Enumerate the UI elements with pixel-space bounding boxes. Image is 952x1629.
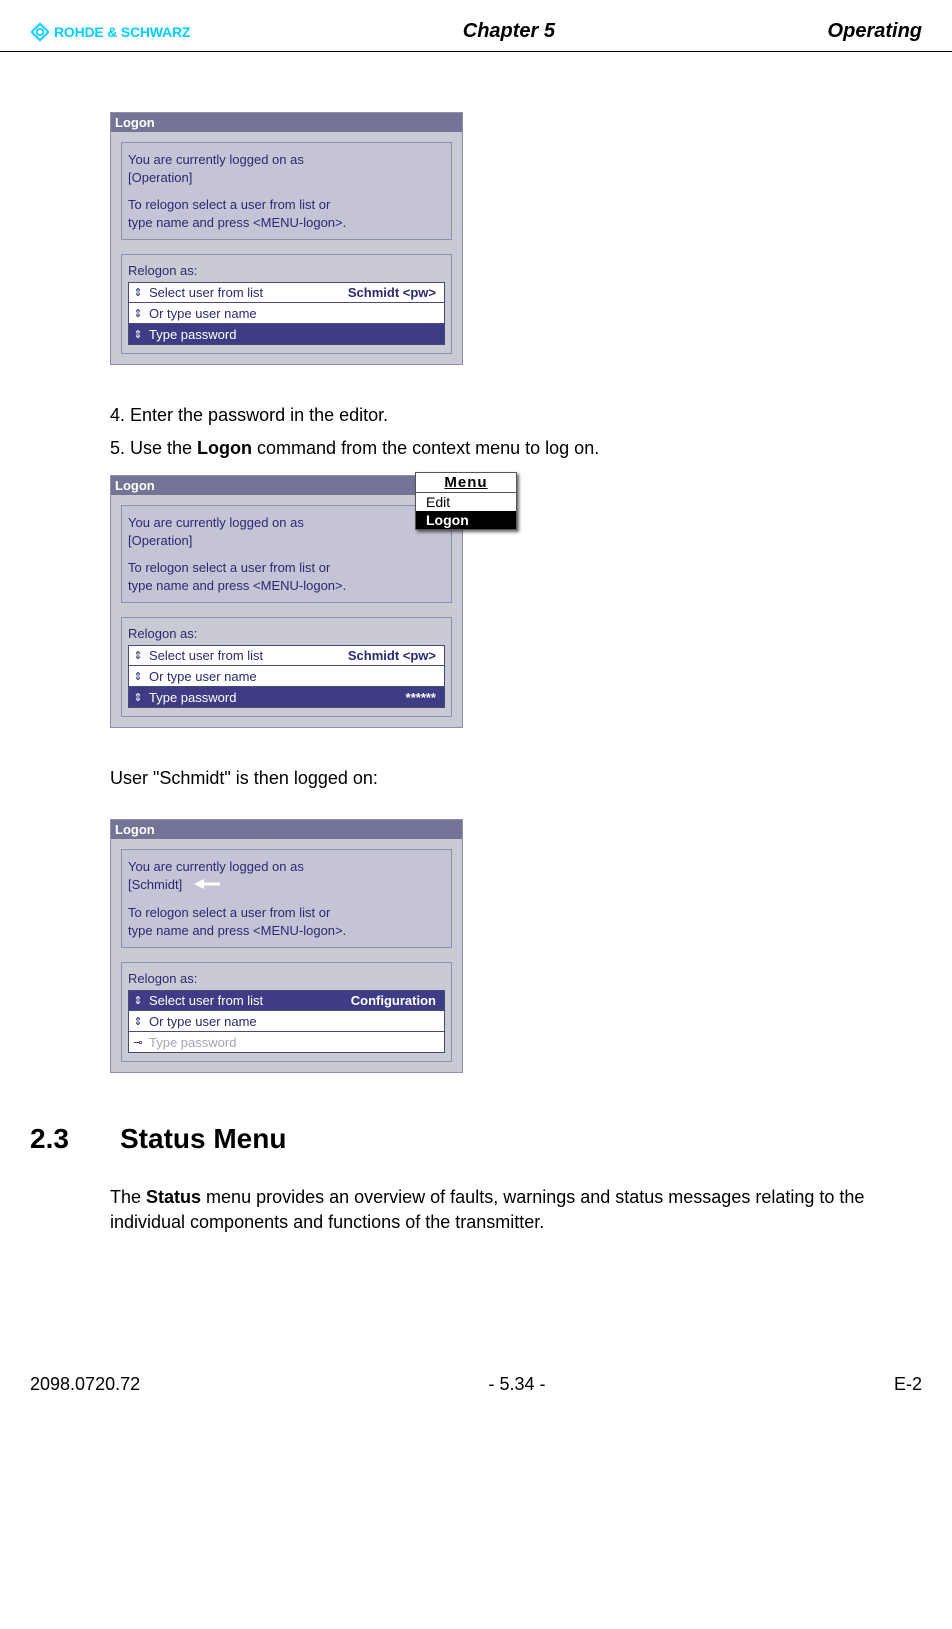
context-menu-title: Menu: [416, 473, 516, 493]
brand-logo: ROHDE & SCHWARZ: [30, 22, 190, 42]
updown-icon: ⇕: [129, 1015, 147, 1028]
section-number: 2.3: [30, 1123, 120, 1155]
field-value: ******: [406, 690, 444, 705]
current-user-text: [Schmidt]: [128, 877, 182, 892]
field-label: Type password: [147, 1035, 444, 1050]
step-text: command from the context menu to log on.: [252, 438, 599, 458]
logged-on-text: User "Schmidt" is then logged on:: [110, 768, 922, 789]
type-password-field[interactable]: ⊸ Type password: [128, 1032, 445, 1053]
info-text: You are currently logged on as: [128, 151, 445, 169]
updown-icon: ⇕: [129, 670, 147, 683]
logon-dialog-with-menu: Logon Menu Edit Logon You are currently …: [110, 475, 463, 728]
logon-info-box: You are currently logged on as [Operatio…: [121, 505, 452, 603]
step-4: 4. Enter the password in the editor.: [110, 405, 922, 426]
context-menu-item-edit[interactable]: Edit: [416, 493, 516, 511]
field-label: Or type user name: [147, 1014, 444, 1029]
section-heading: 2.3 Status Menu: [30, 1123, 922, 1155]
field-value: Schmidt <pw>: [348, 285, 444, 300]
type-user-name-field[interactable]: ⇕ Or type user name: [128, 303, 445, 324]
page-header: ROHDE & SCHWARZ Chapter 5 Operating: [0, 0, 952, 52]
step-text: 5. Use the: [110, 438, 197, 458]
step-bold: Logon: [197, 438, 252, 458]
select-user-field[interactable]: ⇕ Select user from list Schmidt <pw>: [128, 282, 445, 303]
info-text: type name and press <MENU-logon>.: [128, 577, 445, 595]
arrow-pointer-icon: [194, 877, 222, 895]
relogon-group: Relogon as: ⇕ Select user from list Conf…: [121, 962, 452, 1062]
body-text: The: [110, 1187, 146, 1207]
dialog-title: Logon: [111, 820, 462, 839]
relogon-label: Relogon as:: [128, 626, 445, 641]
info-text: To relogon select a user from list or: [128, 196, 445, 214]
relogon-label: Relogon as:: [128, 263, 445, 278]
page-title: Operating: [828, 20, 922, 43]
type-password-field[interactable]: ⇕ Type password ******: [128, 687, 445, 708]
body-bold: Status: [146, 1187, 201, 1207]
logon-info-box: You are currently logged on as [Schmidt]…: [121, 849, 452, 948]
info-text: You are currently logged on as: [128, 858, 445, 876]
footer-right: E-2: [894, 1374, 922, 1395]
logon-dialog-logged-in: Logon You are currently logged on as [Sc…: [110, 819, 463, 1073]
type-user-name-field[interactable]: ⇕ Or type user name: [128, 666, 445, 687]
info-text: To relogon select a user from list or: [128, 904, 445, 922]
updown-icon: ⇕: [129, 307, 147, 320]
select-user-field[interactable]: ⇕ Select user from list Schmidt <pw>: [128, 645, 445, 666]
info-text: [Schmidt]: [128, 876, 445, 894]
select-user-field[interactable]: ⇕ Select user from list Configuration: [128, 990, 445, 1011]
field-label: Select user from list: [147, 285, 348, 300]
updown-icon: ⇕: [129, 649, 147, 662]
info-text: [Operation]: [128, 532, 445, 550]
info-text: type name and press <MENU-logon>.: [128, 922, 445, 940]
relogon-group: Relogon as: ⇕ Select user from list Schm…: [121, 254, 452, 354]
updown-icon: ⇕: [129, 286, 147, 299]
field-label: Type password: [147, 690, 406, 705]
relogon-group: Relogon as: ⇕ Select user from list Schm…: [121, 617, 452, 717]
updown-icon: ⇕: [129, 328, 147, 341]
logon-dialog: Logon You are currently logged on as [Op…: [110, 112, 463, 365]
body-text: menu provides an overview of faults, war…: [110, 1187, 864, 1231]
field-label: Select user from list: [147, 993, 351, 1008]
context-menu-item-logon[interactable]: Logon: [416, 511, 516, 529]
dialog-title: Logon: [111, 476, 462, 495]
field-value: Schmidt <pw>: [348, 648, 444, 663]
field-label: Or type user name: [147, 306, 444, 321]
brand-text: ROHDE & SCHWARZ: [54, 24, 190, 40]
info-text: To relogon select a user from list or: [128, 559, 445, 577]
footer-center: - 5.34 -: [489, 1374, 546, 1395]
info-text: You are currently logged on as: [128, 514, 445, 532]
info-text: type name and press <MENU-logon>.: [128, 214, 445, 232]
context-menu[interactable]: Menu Edit Logon: [415, 472, 517, 530]
lock-icon: ⊸: [129, 1036, 147, 1049]
chapter-label: Chapter 5: [463, 20, 555, 43]
step-5: 5. Use the Logon command from the contex…: [110, 438, 922, 459]
section-body: The Status menu provides an overview of …: [110, 1185, 922, 1234]
updown-icon: ⇕: [129, 994, 147, 1007]
info-text: [Operation]: [128, 169, 445, 187]
updown-icon: ⇕: [129, 691, 147, 704]
field-label: Type password: [147, 327, 444, 342]
type-user-name-field[interactable]: ⇕ Or type user name: [128, 1011, 445, 1032]
field-label: Select user from list: [147, 648, 348, 663]
logon-info-box: You are currently logged on as [Operatio…: [121, 142, 452, 240]
dialog-title: Logon: [111, 113, 462, 132]
field-value: Configuration: [351, 993, 444, 1008]
section-title: Status Menu: [120, 1123, 286, 1155]
type-password-field[interactable]: ⇕ Type password: [128, 324, 445, 345]
relogon-label: Relogon as:: [128, 971, 445, 986]
field-label: Or type user name: [147, 669, 444, 684]
brand-logo-icon: [30, 22, 50, 42]
footer-left: 2098.0720.72: [30, 1374, 140, 1395]
page-footer: 2098.0720.72 - 5.34 - E-2: [0, 1374, 952, 1425]
